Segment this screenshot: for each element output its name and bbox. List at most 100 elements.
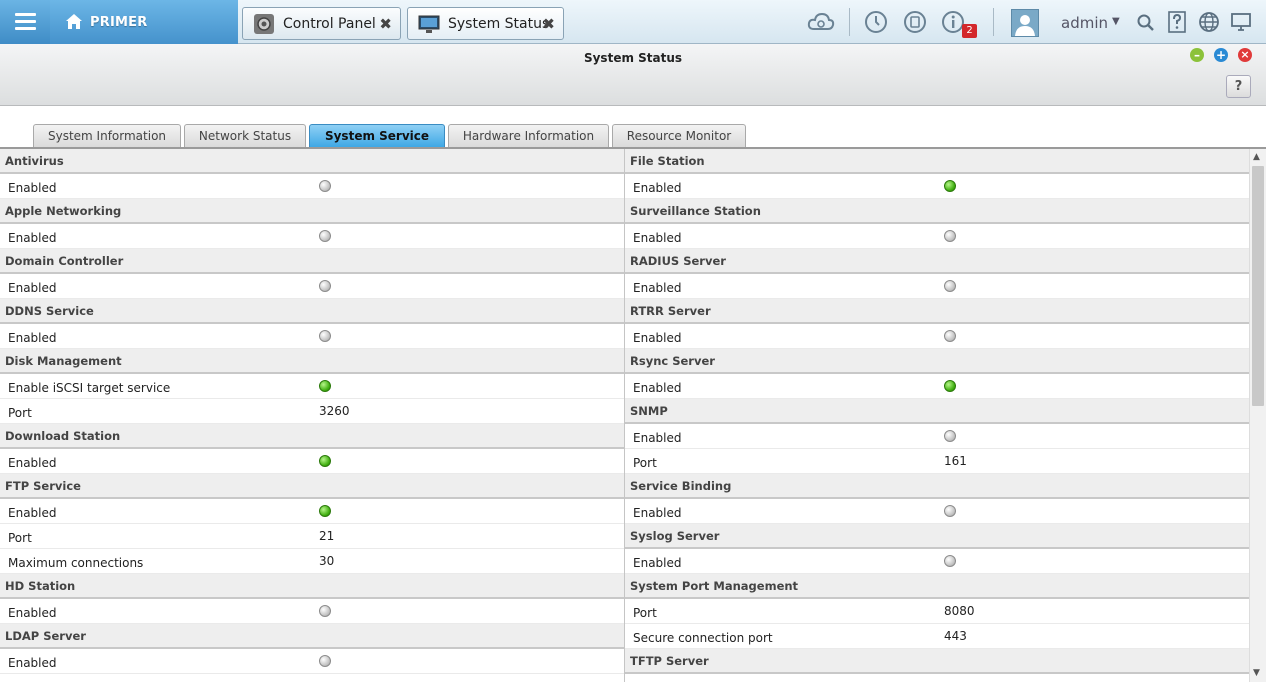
service-row: Enabled [0,449,624,474]
service-row: Enabled [0,649,624,674]
section-header: FTP Service [0,474,624,499]
desktop-icon[interactable] [1230,11,1252,33]
section-header: File Station [625,149,1249,174]
section-header: SNMP [625,399,1249,424]
service-row-value: 3260 [319,404,350,418]
service-row-label: Enabled [633,556,682,570]
status-enabled-icon [319,505,331,517]
service-row-label: Enabled [8,231,57,245]
section-header: Antivirus [0,149,624,174]
service-row: Enabled [0,599,624,624]
tab-label: Control Panel [283,16,376,32]
service-row: Enabled [625,374,1249,399]
status-enabled-icon [944,180,956,192]
search-icon[interactable] [1136,13,1156,33]
section-header: Domain Controller [0,249,624,274]
tab-system-information[interactable]: System Information [33,124,181,148]
service-row-label: Port [8,531,32,545]
tab-label: System Status [448,16,550,32]
home-button[interactable]: PRIMER [50,0,238,44]
service-row-label: Enabled [633,331,682,345]
scrollbar-thumb[interactable] [1252,166,1264,406]
minimize-icon[interactable]: – [1190,48,1204,62]
clock-icon[interactable] [864,10,888,34]
status-disabled-icon [319,330,331,342]
maximize-icon[interactable]: + [1214,48,1228,62]
service-row-label: Enabled [8,331,57,345]
globe-icon[interactable] [1198,11,1220,33]
service-row-label: Enabled [8,606,57,620]
close-icon[interactable]: ✖ [542,15,555,33]
tab-network-status[interactable]: Network Status [184,124,306,148]
service-row: Enable iSCSI target service [0,374,624,399]
status-disabled-icon [944,555,956,567]
service-row: Enabled [0,499,624,524]
help-button[interactable]: ? [1226,75,1251,98]
service-row-label: Enabled [633,281,682,295]
help-icon[interactable] [1167,11,1187,33]
status-enabled-icon [319,455,331,467]
status-enabled-icon [944,380,956,392]
monitor-icon [418,15,440,33]
service-row-label: Enabled [8,656,57,670]
service-row-label: Enabled [8,181,57,195]
window-header: System Status – + × ? [0,44,1266,106]
status-disabled-icon [944,430,956,442]
service-row-label: Enabled [633,181,682,195]
tab-system-service[interactable]: System Service [309,124,445,148]
tab-resource-monitor[interactable]: Resource Monitor [612,124,746,148]
service-row-label: Secure connection port [633,631,773,645]
status-disabled-icon [944,230,956,242]
main-menu-button[interactable] [0,0,50,44]
background-task-icon[interactable] [903,10,927,34]
notification-badge: 2 [962,24,977,38]
scrollbar[interactable]: ▲ ▼ [1249,149,1266,682]
service-row: Enabled [625,499,1249,524]
service-row-value: 161 [944,454,967,468]
section-header: Disk Management [0,349,624,374]
tab-control-panel[interactable]: Control Panel ✖ [242,7,401,40]
divider [993,8,994,36]
scroll-down-icon[interactable]: ▼ [1253,668,1260,678]
tab-system-status[interactable]: System Status ✖ [407,7,564,40]
scroll-up-icon[interactable]: ▲ [1253,152,1260,162]
service-row-label: Enabled [633,231,682,245]
service-row-value: 21 [319,529,335,543]
close-window-icon[interactable]: × [1238,48,1252,62]
service-row-value: 443 [944,629,967,643]
section-header: LDAP Server [0,624,624,649]
control-panel-icon [254,14,274,34]
service-row-label: Port [633,456,657,470]
home-icon [66,14,82,29]
service-row-label: Enabled [8,506,57,520]
service-row: Enabled [625,224,1249,249]
tab-hardware-information[interactable]: Hardware Information [448,124,609,148]
status-disabled-icon [319,180,331,192]
section-header: HD Station [0,574,624,599]
subtab-bar: System Information Network Status System… [0,124,1266,148]
service-row: Enabled [625,424,1249,449]
service-row: Enabled [625,324,1249,349]
status-disabled-icon [319,605,331,617]
section-header: RTRR Server [625,299,1249,324]
section-header: Rsync Server [625,349,1249,374]
service-row-value: 8080 [944,604,975,618]
section-header: Surveillance Station [625,199,1249,224]
service-column-right: File Station Enabled Surveillance Station E… [625,149,1249,674]
service-row: Enabled [625,274,1249,299]
service-row: Enabled [0,324,624,349]
avatar[interactable] [1011,9,1039,37]
section-header: TFTP Server [625,649,1249,674]
cloud-icon[interactable] [807,10,835,34]
section-header: DDNS Service [0,299,624,324]
section-header: RADIUS Server [625,249,1249,274]
service-row-label: Enable iSCSI target service [8,381,171,395]
service-row: Enabled [0,224,624,249]
username[interactable]: admin [1061,14,1108,32]
close-icon[interactable]: ✖ [379,15,392,33]
service-row: Secure connection port 443 [625,624,1249,649]
service-row-label: Port [633,606,657,620]
service-column-left: Antivirus Enabled Apple Networking Enabled D… [0,149,624,674]
chevron-down-icon[interactable]: ▼ [1112,16,1120,27]
service-row: Port 21 [0,524,624,549]
